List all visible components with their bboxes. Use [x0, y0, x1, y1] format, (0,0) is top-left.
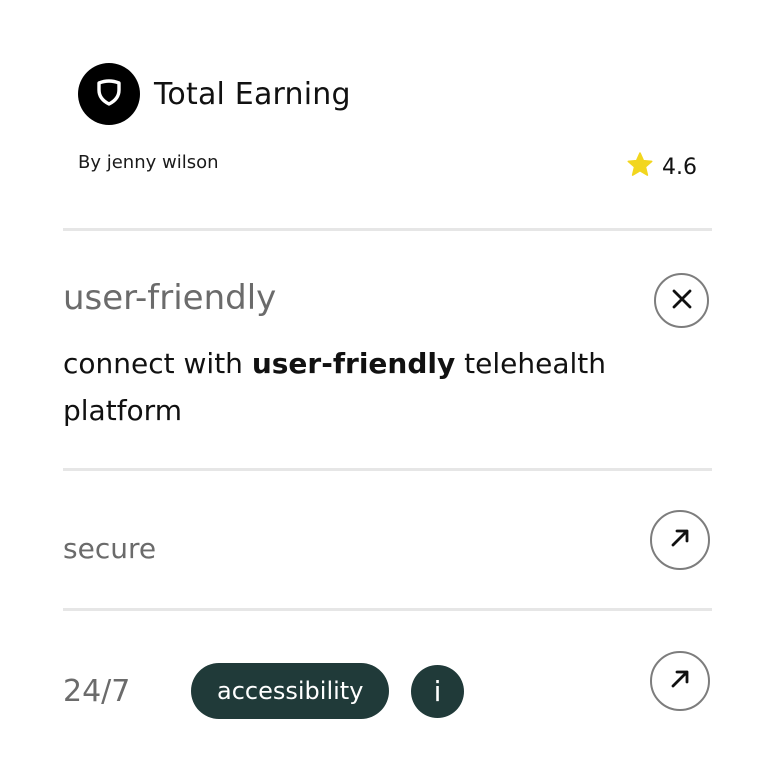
shield-icon — [94, 77, 124, 111]
item-description: connect with user-friendly telehealth pl… — [63, 340, 643, 434]
description-text: connect with — [63, 347, 252, 380]
arrow-up-right-icon — [669, 527, 691, 553]
description-highlight: user-friendly — [251, 347, 456, 380]
item-title-user-friendly: user-friendly — [63, 278, 277, 318]
author-label: By jenny wilson — [78, 152, 219, 173]
item-title-secure: secure — [63, 532, 157, 565]
divider — [63, 468, 712, 471]
arrow-up-right-icon — [669, 668, 691, 694]
page-title: Total Earning — [154, 76, 351, 112]
divider — [63, 228, 712, 231]
info-icon: i — [433, 675, 442, 708]
divider — [63, 608, 712, 611]
rating-value: 4.6 — [662, 154, 697, 180]
open-24-7-button[interactable] — [650, 651, 710, 711]
rating: 4.6 — [626, 151, 697, 183]
app-logo — [78, 63, 140, 125]
open-secure-button[interactable] — [650, 510, 710, 570]
accessibility-tag[interactable]: accessibility — [191, 663, 390, 719]
item-title-24-7: 24/7 — [63, 674, 131, 709]
close-button[interactable] — [654, 273, 709, 328]
star-icon — [626, 151, 654, 183]
header: Total Earning — [78, 63, 351, 125]
close-icon — [671, 288, 693, 314]
info-button[interactable]: i — [411, 665, 464, 718]
